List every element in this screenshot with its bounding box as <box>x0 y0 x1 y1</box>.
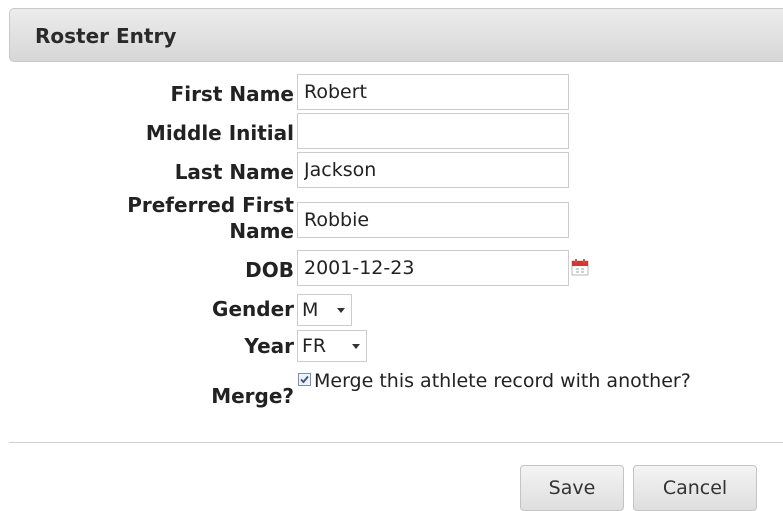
last-name-label: Last Name <box>174 160 294 184</box>
dob-input[interactable] <box>297 250 569 286</box>
year-label: Year <box>244 334 294 358</box>
first-name-label: First Name <box>170 82 294 106</box>
dialog-title: Roster Entry <box>35 24 177 48</box>
year-select-value: FR <box>302 335 327 357</box>
dialog-header: Roster Entry <box>9 8 783 62</box>
last-name-input[interactable] <box>297 152 569 188</box>
merge-checkbox-label[interactable]: Merge this athlete record with another? <box>314 370 691 392</box>
gender-select[interactable]: M <box>297 294 352 326</box>
merge-checkbox[interactable] <box>298 373 311 386</box>
chevron-down-icon <box>337 308 345 313</box>
first-name-input[interactable] <box>297 74 569 110</box>
dob-label: DOB <box>245 258 294 282</box>
gender-select-value: M <box>302 299 319 321</box>
year-select[interactable]: FR <box>297 330 367 362</box>
save-button[interactable]: Save <box>520 465 624 511</box>
merge-option: Merge this athlete record with another? <box>298 370 718 393</box>
chevron-down-icon <box>352 344 360 349</box>
middle-initial-label: Middle Initial <box>145 121 294 145</box>
middle-initial-input[interactable] <box>297 113 569 149</box>
gender-label: Gender <box>212 297 294 321</box>
preferred-first-name-input[interactable] <box>297 202 569 238</box>
merge-label: Merge? <box>211 384 294 408</box>
cancel-button[interactable]: Cancel <box>633 465 757 511</box>
divider <box>9 442 783 443</box>
calendar-icon[interactable] <box>571 258 589 276</box>
preferred-first-name-label: Preferred First Name <box>127 193 294 243</box>
